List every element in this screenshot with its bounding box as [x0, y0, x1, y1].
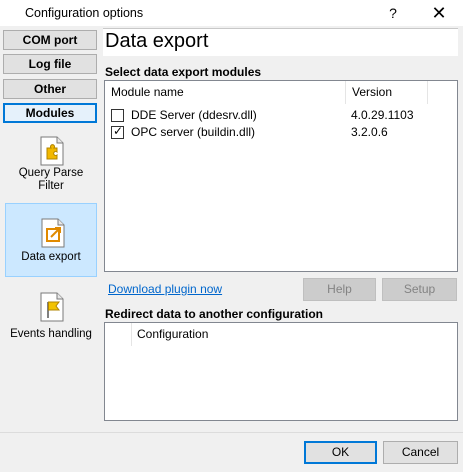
column-header-version[interactable]: Version [352, 81, 392, 104]
module-version: 4.0.29.1103 [351, 108, 414, 122]
window-title: Configuration options [25, 6, 144, 20]
module-item-events-handling[interactable]: Events handling [5, 290, 97, 345]
module-version: 3.2.0.6 [351, 125, 388, 139]
panel-header: Data export [103, 28, 458, 56]
list-item[interactable]: ✓ OPC server (buildin.dll) 3.2.0.6 [111, 124, 451, 141]
flag-icon [40, 292, 64, 322]
module-item-data-export[interactable]: Data export [5, 203, 97, 277]
page-title: Data export [105, 30, 209, 52]
checkmark-icon: ✓ [113, 124, 124, 138]
column-divider [427, 81, 428, 104]
module-name: DDE Server (ddesrv.dll) [131, 108, 257, 122]
puzzle-icon [40, 136, 64, 166]
export-arrow-icon [41, 218, 65, 248]
module-item-label: Query Parse Filter [18, 167, 84, 192]
redirect-heading: Redirect data to another configuration [105, 307, 324, 321]
setup-button[interactable]: Setup [382, 278, 457, 301]
title-bar: Configuration options ? ✕ [0, 0, 463, 26]
nav-button-other[interactable]: Other [3, 79, 97, 99]
column-divider [131, 323, 132, 346]
module-item-label: Events handling [10, 328, 92, 340]
help-icon[interactable]: ? [382, 3, 404, 23]
nav-button-log-file[interactable]: Log file [3, 54, 97, 74]
column-header-module-name[interactable]: Module name [111, 81, 184, 104]
module-checkbox[interactable]: ✓ [111, 124, 124, 139]
nav-button-com-port[interactable]: COM port [3, 30, 97, 50]
module-checkbox[interactable] [111, 109, 124, 122]
select-modules-heading: Select data export modules [105, 65, 262, 79]
close-icon[interactable]: ✕ [426, 2, 452, 24]
modules-list[interactable]: Module name Version DDE Server (ddesrv.d… [104, 80, 458, 272]
cancel-button[interactable]: Cancel [383, 441, 458, 464]
ok-button[interactable]: OK [304, 441, 377, 464]
nav-button-modules[interactable]: Modules [3, 103, 97, 123]
redirect-list[interactable]: Configuration [104, 322, 458, 421]
download-plugin-link[interactable]: Download plugin now [108, 282, 222, 296]
module-item-label: Data export [21, 251, 81, 263]
module-name: OPC server (buildin.dll) [131, 125, 256, 139]
help-button[interactable]: Help [303, 278, 376, 301]
column-header-configuration[interactable]: Configuration [137, 323, 208, 346]
column-divider [345, 81, 346, 104]
module-item-query-parse-filter[interactable]: Query Parse Filter [5, 132, 97, 202]
list-item[interactable]: DDE Server (ddesrv.dll) 4.0.29.1103 [111, 107, 451, 124]
